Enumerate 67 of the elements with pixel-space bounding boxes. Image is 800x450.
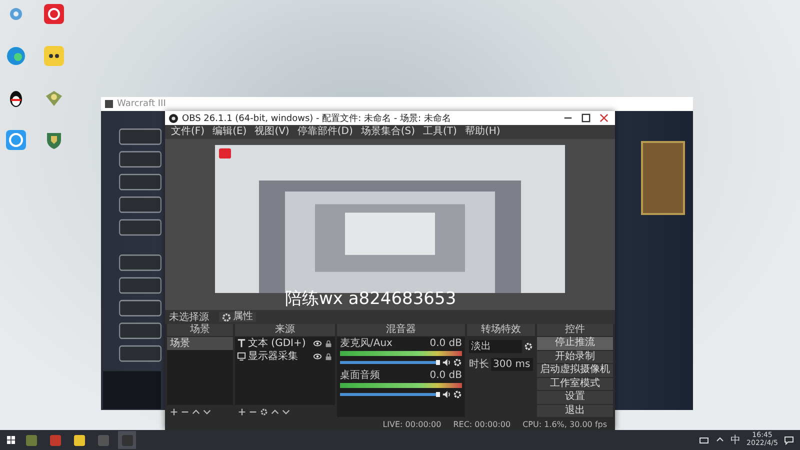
- channel-name: 麦克风/Aux: [340, 339, 392, 349]
- control-button[interactable]: 设置: [537, 391, 613, 404]
- speaker-icon[interactable]: [442, 358, 451, 367]
- menu-item[interactable]: 场景集合(S): [360, 127, 416, 137]
- duration-field[interactable]: 300 ms: [491, 358, 533, 370]
- shield-icon[interactable]: [44, 130, 64, 150]
- cartoon-app-icon[interactable]: [44, 46, 64, 66]
- keyboard-icon[interactable]: [698, 435, 709, 445]
- dock-title: 转场特效: [467, 324, 535, 336]
- menu-item[interactable]: 工具(T): [423, 127, 457, 137]
- up-icon[interactable]: [192, 408, 200, 416]
- menu-item[interactable]: 视图(V): [254, 127, 290, 137]
- dock-title: 控件: [537, 324, 613, 336]
- no-source-label: 未选择源: [169, 310, 209, 324]
- channel-name: 桌面音频: [340, 371, 380, 381]
- down-icon[interactable]: [203, 408, 211, 416]
- volume-reading: 0.0 dB: [430, 339, 462, 349]
- app-k-icon[interactable]: [6, 130, 26, 150]
- menu-item[interactable]: 文件(F): [171, 127, 205, 137]
- source-item[interactable]: 文本 (GDI+): [248, 338, 311, 349]
- monitor-icon: [237, 352, 246, 361]
- volume-reading: 0.0 dB: [430, 371, 462, 381]
- rec-status: REC: 00:00:00: [453, 420, 511, 428]
- lock-icon[interactable]: [324, 352, 333, 361]
- music-app-icon[interactable]: [44, 4, 64, 24]
- text-icon: [237, 339, 246, 348]
- control-button[interactable]: 工作室模式: [537, 378, 613, 390]
- live-status: LIVE: 00:00:00: [382, 420, 442, 428]
- volume-slider[interactable]: [340, 392, 440, 397]
- dock-title: 场景: [167, 324, 233, 336]
- control-button[interactable]: 退出: [537, 404, 613, 417]
- menu-item[interactable]: 帮助(H): [464, 127, 500, 137]
- dock-title: 混音器: [337, 324, 465, 336]
- plus-icon[interactable]: [170, 408, 178, 416]
- obs-logo-icon: [169, 114, 178, 122]
- window-title: OBS 26.1.1 (64-bit, windows) - 配置文件: 未命名 - 场景: 未命名: [182, 112, 452, 124]
- properties-button[interactable]: 属性: [219, 312, 256, 322]
- slider-thumb[interactable]: [436, 392, 440, 397]
- browser-icon[interactable]: [6, 46, 26, 66]
- volume-slider[interactable]: [340, 360, 440, 365]
- window-title: Warcraft III: [117, 99, 166, 109]
- eye-icon[interactable]: [313, 352, 322, 361]
- control-button[interactable]: 停止推流: [537, 337, 613, 350]
- close-icon[interactable]: [597, 112, 611, 124]
- menu-item[interactable]: 编辑(E): [212, 127, 247, 137]
- notification-icon[interactable]: [784, 435, 794, 445]
- scene-item[interactable]: 场景: [167, 337, 233, 350]
- dock-title: 来源: [235, 324, 335, 336]
- cpu-status: CPU: 1.6%, 30.00 fps: [522, 420, 607, 428]
- windows-start-icon[interactable]: [6, 435, 16, 445]
- game-app-icon: [105, 100, 113, 108]
- maximize-icon[interactable]: [579, 112, 593, 124]
- speaker-icon[interactable]: [442, 390, 451, 399]
- transition-dropdown[interactable]: 淡出: [469, 340, 522, 353]
- menu-item[interactable]: 停靠部件(D): [297, 127, 353, 137]
- slider-thumb[interactable]: [436, 360, 440, 365]
- control-button[interactable]: 开始录制: [537, 350, 613, 363]
- plus-icon[interactable]: [238, 408, 246, 416]
- source-item[interactable]: 显示器采集: [248, 351, 311, 362]
- eye-icon[interactable]: [313, 339, 322, 348]
- overlay-text: 陪练wx a824683653: [285, 290, 456, 309]
- down-icon[interactable]: [282, 408, 290, 416]
- control-button[interactable]: 启动虚拟摄像机: [537, 364, 613, 376]
- up-icon[interactable]: [271, 408, 279, 416]
- duration-label: 时长: [469, 358, 489, 371]
- lock-icon[interactable]: [324, 339, 333, 348]
- input-method-indicator[interactable]: 中: [730, 433, 741, 447]
